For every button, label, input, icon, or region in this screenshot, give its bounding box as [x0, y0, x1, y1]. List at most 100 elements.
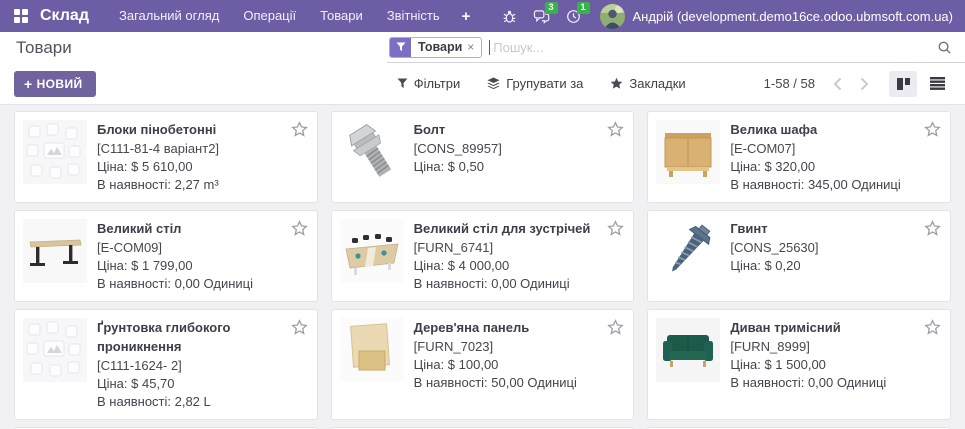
product-code: [C111-1624- 2]: [97, 356, 291, 375]
plus-menu-icon[interactable]: +: [452, 8, 481, 25]
group-by-button[interactable]: Групувати за: [487, 76, 583, 91]
facet-funnel-icon: [390, 38, 411, 57]
cabinet-photo: [656, 120, 720, 184]
menu-item-overview[interactable]: Загальний огляд: [107, 0, 231, 32]
product-card[interactable]: Великий стіл для зустрічей [FURN_6741] Ц…: [331, 210, 635, 302]
filter-facet[interactable]: Товари ×: [389, 37, 482, 58]
favorite-star-icon[interactable]: [924, 121, 941, 138]
app-name[interactable]: Склад: [40, 7, 89, 25]
product-code: [C111-81-4 варіант2]: [97, 139, 291, 158]
filters-label: Фільтри: [414, 76, 461, 91]
product-name: Болт: [414, 120, 608, 139]
new-button-label: НОВИЙ: [37, 77, 83, 91]
product-code: [CONS_89957]: [414, 139, 608, 158]
product-kanban-grid: Блоки пінобетонні [C111-81-4 варіант2] Ц…: [0, 105, 965, 429]
desk-photo: [23, 219, 87, 283]
activities-badge: 1: [577, 2, 590, 14]
search-input[interactable]: Пошук...: [493, 40, 543, 55]
meeting-table-photo: [340, 219, 404, 283]
view-switcher: [889, 71, 951, 97]
product-code: [FURN_6741]: [414, 238, 608, 257]
kanban-view-button[interactable]: [889, 71, 917, 97]
filters-button[interactable]: Фільтри: [397, 76, 461, 91]
chevron-left-icon: [833, 77, 842, 91]
product-card[interactable]: Болт [CONS_89957] Ціна: $ 0,50: [331, 111, 635, 203]
favorite-star-icon[interactable]: [607, 220, 624, 237]
menu-item-operations[interactable]: Операції: [231, 0, 308, 32]
facet-label: Товари: [411, 40, 467, 54]
favorite-star-icon[interactable]: [607, 121, 624, 138]
messages-chat-icon[interactable]: 3: [526, 0, 558, 32]
search-bar[interactable]: Товари × Пошук...: [387, 32, 965, 63]
product-stock: В наявності: 50,00 Одиниці: [414, 374, 608, 392]
product-stock: В наявності: 345,00 Одиниці: [730, 176, 924, 194]
activities-clock-icon[interactable]: 1: [558, 0, 590, 32]
new-button[interactable]: + НОВИЙ: [14, 71, 96, 97]
group-by-label: Групувати за: [506, 76, 583, 91]
pager-prev-button[interactable]: [831, 75, 844, 93]
product-stock: В наявності: 0,00 Одиниці: [414, 275, 608, 293]
product-stock: В наявності: 2,82 L: [97, 393, 291, 411]
product-price: Ціна: $ 1 500,00: [730, 356, 924, 374]
favorite-star-icon[interactable]: [924, 319, 941, 336]
product-stock: В наявності: 2,27 m³: [97, 176, 291, 194]
messages-badge: 3: [545, 2, 558, 14]
debug-bug-icon[interactable]: [494, 0, 526, 32]
favorite-star-icon[interactable]: [924, 220, 941, 237]
search-options-group: Фільтри Групувати за Закладки: [397, 76, 686, 91]
favorites-button[interactable]: Закладки: [610, 76, 685, 91]
product-card[interactable]: Блоки пінобетонні [C111-81-4 варіант2] Ц…: [14, 111, 318, 203]
search-icon[interactable]: [937, 40, 952, 55]
product-card[interactable]: Гвинт [CONS_25630] Ціна: $ 0,20: [647, 210, 951, 302]
funnel-icon: [397, 78, 408, 89]
user-avatar[interactable]: [600, 4, 625, 29]
plus-icon: +: [24, 78, 33, 90]
bolt-photo: [340, 120, 404, 184]
product-card[interactable]: Дерев'яна панель [FURN_7023] Ціна: $ 100…: [331, 309, 635, 420]
placeholder-image: [23, 120, 87, 184]
control-panel-top: Товари Товари × Пошук...: [0, 32, 965, 63]
product-code: [E-COM07]: [730, 139, 924, 158]
favorite-star-icon[interactable]: [607, 319, 624, 336]
product-card[interactable]: Диван тримісний [FURN_8999] Ціна: $ 1 50…: [647, 309, 951, 420]
product-name: Великий стіл для зустрічей: [414, 219, 608, 238]
product-price: Ціна: $ 0,50: [414, 158, 608, 176]
product-price: Ціна: $ 4 000,00: [414, 257, 608, 275]
user-name[interactable]: Андрій (development.demo16ce.odoo.ubmsof…: [633, 9, 953, 24]
wood-panel-photo: [340, 318, 404, 382]
list-view-button[interactable]: [923, 71, 951, 97]
favorites-label: Закладки: [629, 76, 685, 91]
kanban-icon: [896, 77, 911, 91]
product-code: [FURN_7023]: [414, 337, 608, 356]
product-card[interactable]: Ґрунтовка глибокого проникнення [C111-16…: [14, 309, 318, 420]
favorite-star-icon[interactable]: [291, 220, 308, 237]
product-name: Ґрунтовка глибокого проникнення: [97, 318, 291, 356]
product-card[interactable]: Велика шафа [E-COM07] Ціна: $ 320,00 В н…: [647, 111, 951, 203]
top-nav-bar: Склад Загальний огляд Операції Товари Зв…: [0, 0, 965, 32]
facet-remove-icon[interactable]: ×: [467, 40, 481, 54]
placeholder-image: [23, 318, 87, 382]
pager-next-button[interactable]: [858, 75, 871, 93]
product-code: [FURN_8999]: [730, 337, 924, 356]
product-price: Ціна: $ 0,20: [730, 257, 924, 275]
list-icon: [930, 77, 945, 90]
product-name: Великий стіл: [97, 219, 291, 238]
favorite-star-icon[interactable]: [291, 121, 308, 138]
product-price: Ціна: $ 320,00: [730, 158, 924, 176]
product-price: Ціна: $ 1 799,00: [97, 257, 291, 275]
apps-grid-icon[interactable]: [14, 9, 28, 23]
product-price: Ціна: $ 45,70: [97, 375, 291, 393]
product-price: Ціна: $ 5 610,00: [97, 158, 291, 176]
product-name: Блоки пінобетонні: [97, 120, 291, 139]
product-name: Дерев'яна панель: [414, 318, 608, 337]
page-title: Товари: [16, 38, 72, 58]
menu-item-reporting[interactable]: Звітність: [375, 0, 452, 32]
menu-item-products[interactable]: Товари: [308, 0, 375, 32]
product-card[interactable]: Великий стіл [E-COM09] Ціна: $ 1 799,00 …: [14, 210, 318, 302]
product-stock: В наявності: 0,00 Одиниці: [730, 374, 924, 392]
product-code: [E-COM09]: [97, 238, 291, 257]
product-price: Ціна: $ 100,00: [414, 356, 608, 374]
favorite-star-icon[interactable]: [291, 319, 308, 336]
chevron-right-icon: [860, 77, 869, 91]
product-code: [CONS_25630]: [730, 238, 924, 257]
